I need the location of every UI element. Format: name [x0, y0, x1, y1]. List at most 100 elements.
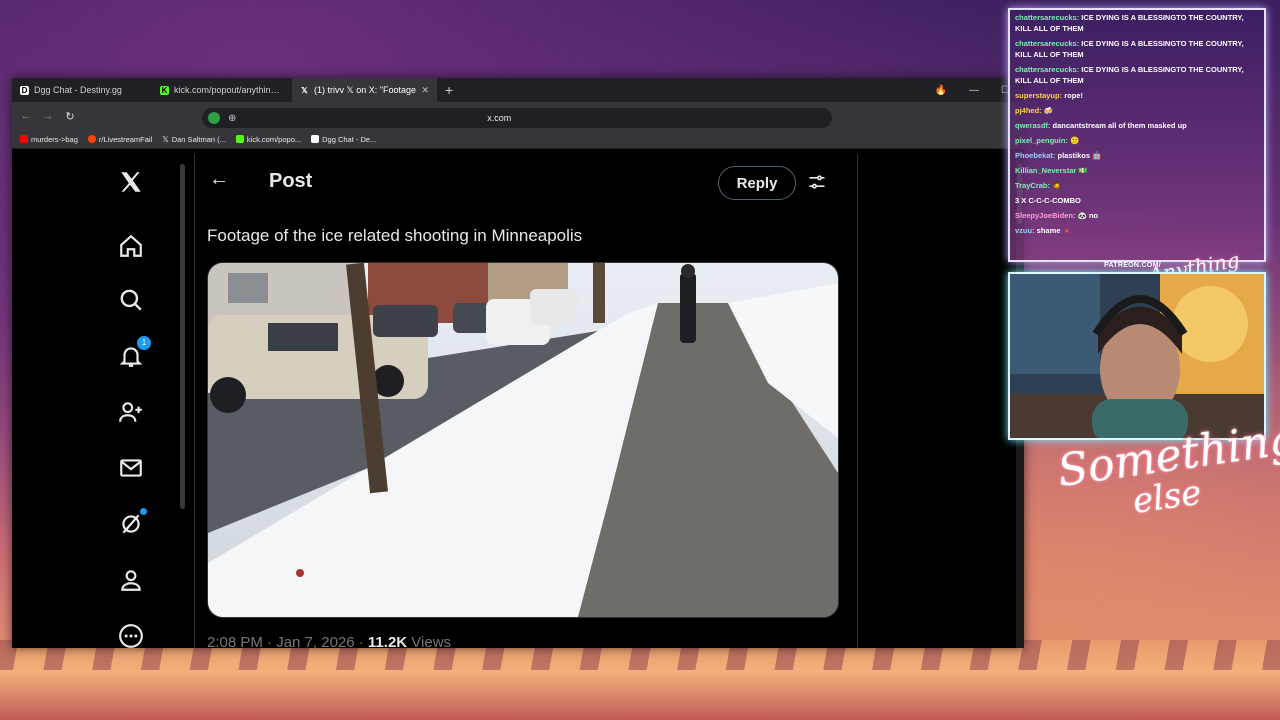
x-logo-icon[interactable] — [117, 168, 145, 196]
chat-username[interactable]: pj4hed: — [1015, 106, 1042, 115]
chat-username[interactable]: chattersarecucks: — [1015, 39, 1079, 48]
messages-icon[interactable] — [117, 454, 145, 482]
back-arrow-icon[interactable]: ← — [209, 168, 229, 191]
chat-message: chattersarecucks: ICE DYING IS A BLESSIN… — [1010, 36, 1264, 62]
chat-username[interactable]: chattersarecucks: — [1015, 13, 1079, 22]
close-tab-icon[interactable]: ✕ — [421, 85, 429, 96]
chat-username[interactable]: TrayCrab: — [1015, 181, 1050, 190]
post-column: ← Post Reply Footage of the ice related … — [194, 154, 858, 648]
chat-text: plastikos 🤖 — [1055, 151, 1102, 160]
bookmark-lsf[interactable]: r/LivestreamFail — [87, 134, 153, 144]
home-icon[interactable] — [117, 232, 145, 260]
destiny-icon — [311, 135, 320, 143]
tab-dgg-chat[interactable]: D Dgg Chat - Destiny.gg — [12, 78, 152, 102]
back-button[interactable]: ← — [20, 110, 32, 122]
views-label: Views — [407, 634, 452, 648]
chat-message: chattersarecucks: ICE DYING IS A BLESSIN… — [1010, 10, 1264, 36]
chat-username[interactable]: vzuu: — [1015, 226, 1035, 235]
forward-button[interactable]: → — [42, 110, 54, 122]
chat-username[interactable]: superstayup: — [1015, 91, 1062, 100]
chat-username[interactable]: qwerasdf: — [1015, 121, 1050, 130]
reload-button[interactable]: ↻ — [64, 110, 76, 123]
chat-message: superstayup: rope! — [1010, 88, 1264, 103]
chat-text: 🙂 — [1067, 136, 1080, 145]
channel-brand-logo: Something else — [1055, 413, 1280, 531]
chat-username[interactable]: pixel_penguin: — [1015, 136, 1068, 145]
chat-username[interactable]: chattersarecucks: — [1015, 65, 1079, 74]
chat-text: 3 X C-C-C-COMBO — [1015, 196, 1081, 205]
notifications-icon[interactable]: 1 — [117, 336, 151, 370]
webcam-image — [1010, 274, 1264, 438]
post-time: 2:08 PM · Jan 7, 2026 · — [207, 634, 368, 648]
profile-icon[interactable] — [117, 566, 145, 594]
tab-kick-chat[interactable]: K kick.com/popout/anythingelse/chat — [152, 78, 292, 102]
bookmark-label: Dgg Chat - De... — [322, 134, 377, 144]
stream-chat-overlay: chattersarecucks: ICE DYING IS A BLESSIN… — [1008, 8, 1266, 262]
post-meta: 2:08 PM · Jan 7, 2026 · 11.2K Views — [207, 634, 451, 648]
chat-username[interactable]: SleepyJoeBiden: — [1015, 211, 1075, 220]
chat-username[interactable]: Killian_Neverstar — [1015, 166, 1076, 175]
views-count: 11.2K — [367, 634, 408, 648]
bookmark-murders[interactable]: murders->bag — [20, 135, 78, 144]
bookmark-dan-saltman[interactable]: 𝕏 Dan Saltman (... — [162, 135, 226, 144]
chat-message: SleepyJoeBiden: 🐼 no — [1010, 208, 1264, 223]
chat-message: qwerasdf: dancantstream all of them mask… — [1010, 118, 1264, 133]
new-tab-button[interactable]: + — [437, 82, 461, 98]
bookmark-label: Dan Saltman (... — [171, 134, 226, 144]
bookmark-kick[interactable]: kick.com/popo... — [235, 134, 302, 144]
grok-dot — [140, 508, 147, 515]
chat-text: 🐼 no — [1075, 211, 1099, 220]
left-scrollbar[interactable] — [180, 164, 185, 509]
destiny-icon: D — [20, 85, 29, 95]
bookmark-label: murders->bag — [31, 134, 78, 144]
chat-username[interactable]: Phoebekat: — [1015, 151, 1055, 160]
minimize-button[interactable]: — — [969, 85, 979, 96]
chat-text: 🍻 — [1041, 106, 1054, 115]
chat-message: 3 X C-C-C-COMBO — [1010, 193, 1264, 208]
x-icon: 𝕏 — [162, 134, 169, 144]
chat-text: dancantstream all of them masked up — [1050, 121, 1187, 130]
chat-message: pj4hed: 🍻 — [1010, 103, 1264, 118]
reply-button[interactable]: Reply — [718, 166, 796, 200]
post-video[interactable] — [207, 262, 839, 618]
tab-title: Dgg Chat - Destiny.gg — [34, 85, 122, 95]
page-title: Post — [269, 170, 313, 192]
fire-icon[interactable]: 🔥 — [935, 85, 947, 96]
chat-message: Killian_Neverstar 💵 — [1010, 163, 1264, 178]
chat-message: vzuu: shame 🔺 — [1010, 223, 1264, 238]
chat-message: Phoebekat: plastikos 🤖 — [1010, 148, 1264, 163]
kick-icon: K — [160, 85, 169, 95]
bookmark-label: r/LivestreamFail — [98, 134, 153, 144]
grok-icon[interactable] — [117, 508, 147, 538]
background-ground — [0, 640, 1280, 720]
youtube-icon — [20, 135, 28, 143]
chat-text: rope! — [1062, 91, 1083, 100]
video-frame — [208, 263, 838, 617]
post-text: Footage of the ice related shooting in M… — [207, 226, 583, 245]
url-text: x.com — [487, 113, 512, 123]
browser-window: D Dgg Chat - Destiny.gg K kick.com/popou… — [12, 78, 1024, 648]
chat-text: 🧔 — [1050, 181, 1062, 190]
filter-icon[interactable] — [807, 172, 827, 197]
tab-bar: D Dgg Chat - Destiny.gg K kick.com/popou… — [12, 78, 1024, 102]
webcam-feed — [1008, 272, 1266, 440]
search-icon[interactable] — [117, 286, 145, 314]
kick-icon — [235, 135, 244, 143]
address-bar[interactable]: ⊕ x.com — [202, 108, 832, 128]
chat-message: pixel_penguin: 🙂 — [1010, 133, 1264, 148]
x-page: 1 ← Post Reply Footage of the ice relate… — [12, 154, 1024, 648]
tab-title: (1) trivv 𝕏 on X: "Footage — [314, 84, 416, 95]
chat-message: chattersarecucks: ICE DYING IS A BLESSIN… — [1010, 62, 1264, 88]
chat-text: shame 🔺 — [1034, 226, 1072, 235]
reddit-icon — [87, 135, 96, 143]
more-icon[interactable] — [117, 622, 145, 648]
tab-title: kick.com/popout/anythingelse/chat — [174, 85, 284, 95]
bookmarks-bar: murders->bag r/LivestreamFail 𝕏 Dan Salt… — [12, 130, 1024, 149]
chat-message: TrayCrab: 🧔 — [1010, 178, 1264, 193]
bookmark-dgg[interactable]: Dgg Chat - De... — [311, 135, 376, 144]
tab-x-post[interactable]: 𝕏 (1) trivv 𝕏 on X: "Footage ✕ — [292, 78, 437, 102]
zoom-icon[interactable]: ⊕ — [228, 113, 236, 124]
bookmark-label: kick.com/popo... — [246, 134, 302, 144]
notification-badge: 1 — [137, 336, 151, 350]
follow-icon[interactable] — [117, 398, 145, 426]
